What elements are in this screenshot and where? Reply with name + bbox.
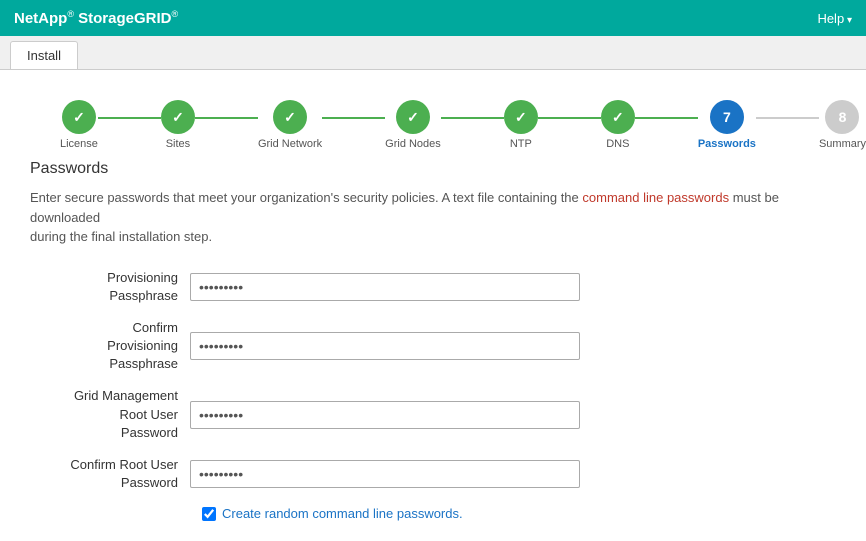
connector-1-2 [98,117,161,119]
tab-bar: Install [0,36,866,70]
description-text-3: during the final installation step. [30,229,212,244]
step-8-circle: 8 [825,100,859,134]
confirm-provisioning-passphrase-input[interactable] [190,332,580,360]
header: NetApp® StorageGRID® Help [0,0,866,36]
confirm-root-password-label: Confirm Root User Password [30,456,190,492]
step-3-label: Grid Network [258,138,322,150]
step-5-label: NTP [510,138,532,150]
step-7-label: Passwords [698,138,756,150]
description-text-1: Enter secure passwords that meet your or… [30,190,579,205]
command-line-passwords-link[interactable]: command line passwords [582,190,729,205]
tab-install[interactable]: Install [10,41,78,69]
step-7-circle: 7 [710,100,744,134]
step-4-circle: ✓ [396,100,430,134]
step-7: 7 Passwords [698,100,756,150]
help-menu[interactable]: Help [817,11,852,26]
provisioning-passphrase-label: Provisioning Passphrase [30,269,190,305]
stepper: ✓ License ✓ Sites ✓ Grid Network ✓ Grid … [60,100,866,150]
provisioning-passphrase-input[interactable] [190,273,580,301]
connector-3-4 [322,117,385,119]
random-passwords-checkbox[interactable] [202,507,216,521]
grid-management-password-label: Grid Management Root User Password [30,387,190,442]
connector-5-6 [538,117,601,119]
provisioning-passphrase-row: Provisioning Passphrase [30,269,836,305]
step-2-label: Sites [166,138,190,150]
grid-management-password-row: Grid Management Root User Password [30,387,836,442]
section-description: Enter secure passwords that meet your or… [30,188,836,247]
step-6-circle: ✓ [601,100,635,134]
confirm-root-password-input[interactable] [190,460,580,488]
connector-4-5 [441,117,504,119]
connector-7-8 [756,117,819,119]
connector-2-3 [195,117,258,119]
step-2: ✓ Sites [161,100,195,150]
grid-management-password-input[interactable] [190,401,580,429]
random-passwords-row: Create random command line passwords. [202,506,836,521]
connector-6-7 [635,117,698,119]
step-1-circle: ✓ [62,100,96,134]
section-title: Passwords [30,160,836,178]
confirm-root-password-row: Confirm Root User Password [30,456,836,492]
main-content: ✓ License ✓ Sites ✓ Grid Network ✓ Grid … [0,70,866,541]
step-3-circle: ✓ [273,100,307,134]
confirm-provisioning-passphrase-label: Confirm Provisioning Passphrase [30,319,190,374]
confirm-provisioning-passphrase-row: Confirm Provisioning Passphrase [30,319,836,374]
step-6-label: DNS [606,138,629,150]
step-6: ✓ DNS [601,100,635,150]
step-2-circle: ✓ [161,100,195,134]
app-logo: NetApp® StorageGRID® [14,9,178,27]
random-passwords-label[interactable]: Create random command line passwords. [222,506,463,521]
step-4-label: Grid Nodes [385,138,441,150]
step-1-label: License [60,138,98,150]
step-4: ✓ Grid Nodes [385,100,441,150]
step-8: 8 Summary [819,100,866,150]
step-8-label: Summary [819,138,866,150]
step-1: ✓ License [60,100,98,150]
step-3: ✓ Grid Network [258,100,322,150]
step-5: ✓ NTP [504,100,538,150]
step-5-circle: ✓ [504,100,538,134]
